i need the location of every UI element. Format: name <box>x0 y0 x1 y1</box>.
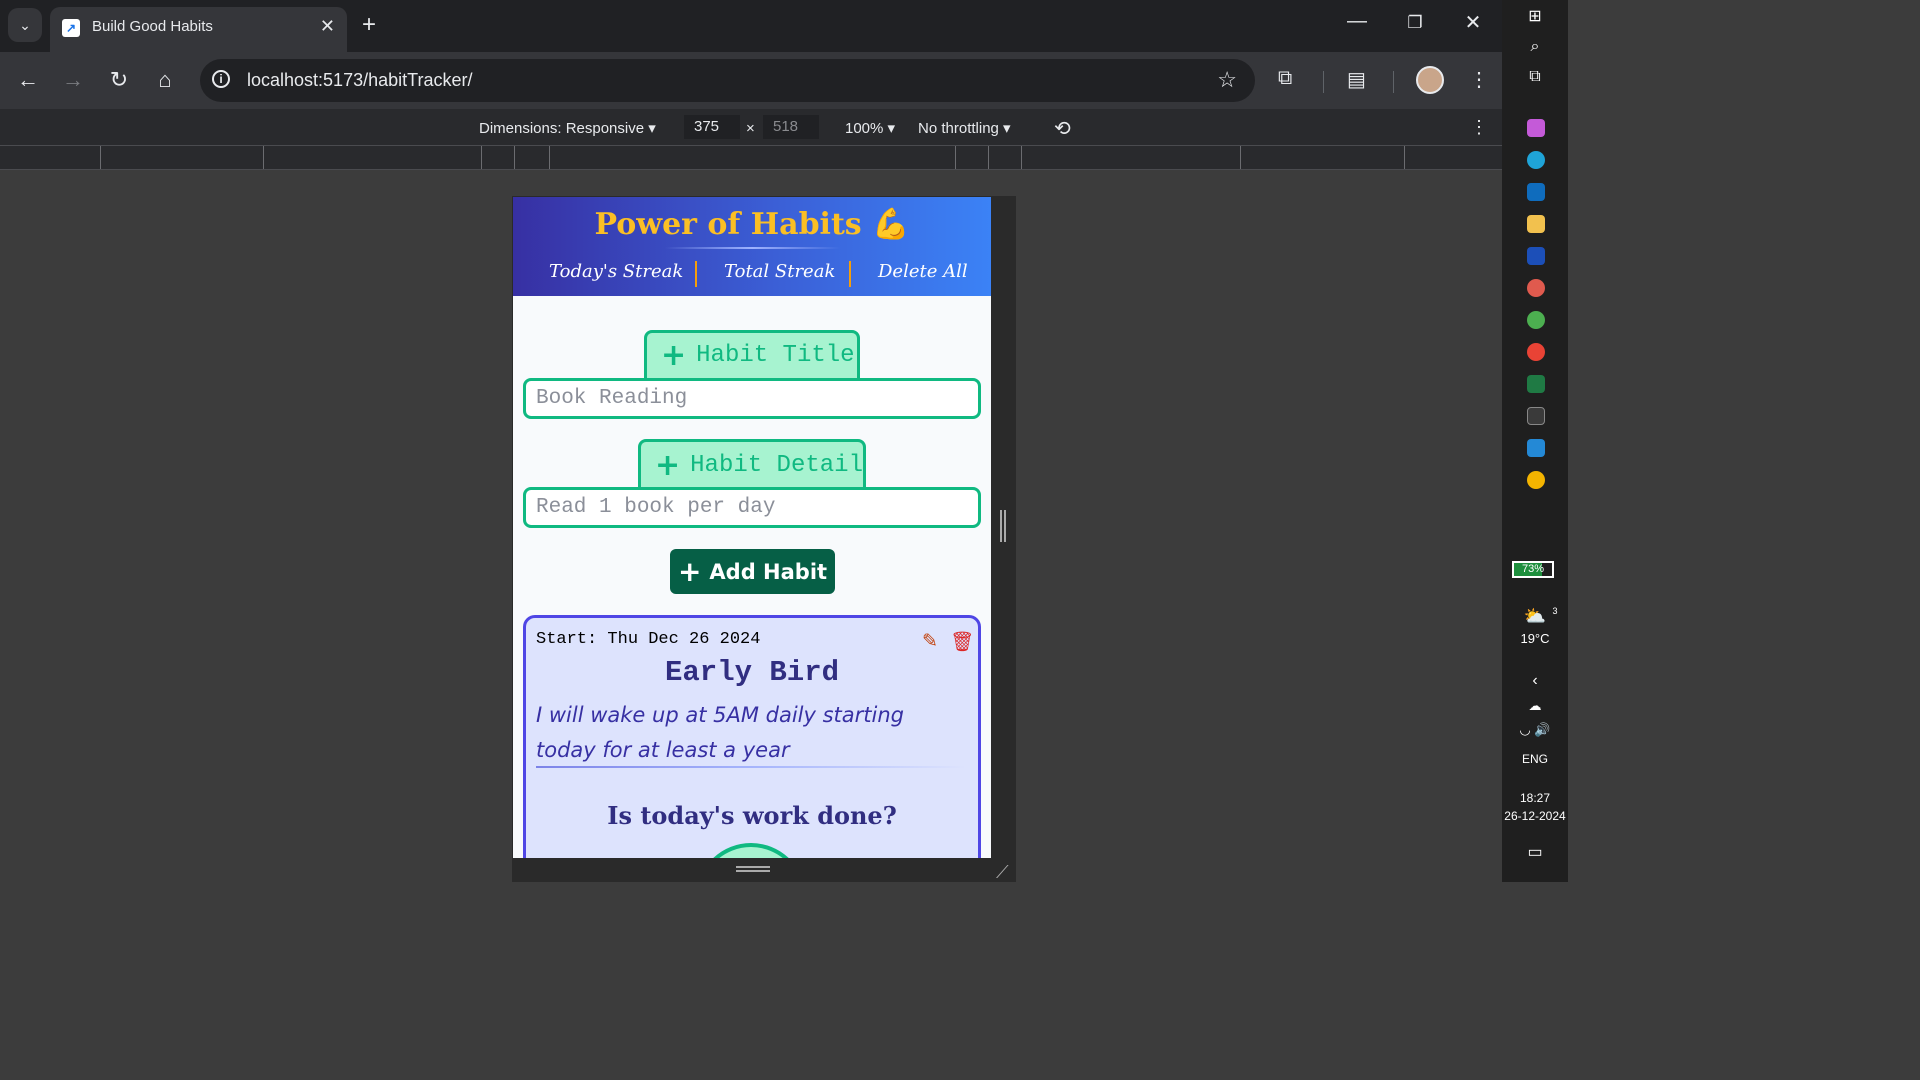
zoom-dropdown[interactable]: 100% ▾ <box>845 119 895 137</box>
app-cloud-icon[interactable] <box>1527 279 1545 297</box>
windows-taskbar: ⊞ ⌕ ⧉ 73% ⛅ 3 19°C ‹ ☁ ◡ 🔊 ENG 18:27 26-… <box>1502 0 1568 882</box>
file-explorer-icon[interactable] <box>1527 215 1545 233</box>
search-icon[interactable]: ⌕ <box>1502 38 1568 56</box>
height-input[interactable]: 518 <box>763 115 819 139</box>
chrome-dev-icon[interactable] <box>1527 343 1545 361</box>
profile-avatar[interactable] <box>1416 66 1444 94</box>
throttling-dropdown[interactable]: No throttling ▾ <box>918 119 1011 137</box>
language-indicator[interactable]: ENG <box>1502 752 1568 766</box>
edit-icon[interactable]: ✎ <box>922 630 938 653</box>
battery-indicator[interactable]: 73% <box>1512 561 1554 578</box>
chrome-icon[interactable] <box>1527 311 1545 329</box>
nav-total-streak[interactable]: Total Streak <box>724 261 835 282</box>
vscode-icon[interactable] <box>1527 439 1545 457</box>
menu-kebab-icon[interactable]: ⋮ <box>1469 67 1489 92</box>
browser-tab-active[interactable]: ↗ Build Good Habits ✕ <box>50 7 347 52</box>
clock-date[interactable]: 26-12-2024 <box>1502 809 1568 823</box>
edge-icon[interactable] <box>1527 151 1545 169</box>
plus-icon: + <box>655 447 681 483</box>
app-title: Power of Habits 💪 <box>594 207 910 242</box>
close-window-button[interactable]: ✕ <box>1453 10 1493 35</box>
plus-icon: + <box>661 338 687 373</box>
network-volume-icon[interactable]: ◡ 🔊 <box>1502 722 1568 738</box>
title-underline <box>665 247 840 249</box>
excel-icon[interactable] <box>1527 375 1545 393</box>
times-sign: × <box>746 120 755 137</box>
viewport-resize-corner[interactable]: ⟋ <box>996 862 1009 883</box>
url-text: localhost:5173/habitTracker/ <box>247 70 473 90</box>
site-info-icon[interactable]: i <box>212 70 230 88</box>
habit-detail: I will wake up at 5AM daily starting tod… <box>536 703 904 762</box>
habit-card: Start: Thu Dec 26 2024 ✎ 🗑 Early Bird I … <box>523 615 981 858</box>
tab-search-button[interactable]: ⌄ <box>8 8 42 42</box>
forward-button[interactable]: → <box>58 66 88 94</box>
habit-start-date: Start: Thu Dec 26 2024 <box>536 630 761 649</box>
toolbar-divider <box>1393 71 1394 93</box>
habit-detail-input[interactable]: Read 1 book per day <box>523 487 981 528</box>
home-button[interactable]: ⌂ <box>150 66 180 94</box>
minimize-button[interactable]: — <box>1337 10 1377 33</box>
windows-start-icon[interactable]: ⊞ <box>1502 6 1568 26</box>
plus-icon: + <box>677 555 702 588</box>
viewport-resize-handle-bottom[interactable] <box>736 866 770 872</box>
reading-list-icon[interactable]: ▤ <box>1347 67 1366 92</box>
back-button[interactable]: ← <box>13 66 43 94</box>
habit-detail-label: + Habit Detail <box>638 439 866 488</box>
device-toolbar: Dimensions: Responsive ▾ 375 × 518 100% … <box>0 109 1502 146</box>
add-habit-button[interactable]: + Add Habit <box>670 549 835 594</box>
bookmark-star-icon[interactable]: ☆ <box>1217 67 1237 93</box>
habit-title-input[interactable]: Book Reading <box>523 378 981 419</box>
app-viewport: Power of Habits 💪 Today's Streak Total S… <box>513 197 991 858</box>
detail-underline <box>536 766 966 768</box>
habit-name: Early Bird <box>664 656 840 689</box>
copilot-icon[interactable] <box>1527 119 1545 137</box>
notification-icon[interactable]: ▭ <box>1502 842 1568 862</box>
nav-todays-streak[interactable]: Today's Streak <box>549 261 683 282</box>
rotate-icon[interactable]: ⟲ <box>1054 116 1071 141</box>
tab-title: Build Good Habits <box>92 18 213 35</box>
chrome-canary-icon[interactable] <box>1527 471 1545 489</box>
habit-title-label: + Habit Title <box>644 330 860 378</box>
media-query-ruler[interactable] <box>0 146 1502 170</box>
outlook-icon[interactable] <box>1527 183 1545 201</box>
nav-delete-all[interactable]: Delete All <box>878 261 968 282</box>
browser-tab-bar: ⌄ ↗ Build Good Habits ✕ + — ❐ ✕ <box>0 0 1502 52</box>
browser-toolbar: ← → ↻ ⌂ i localhost:5173/habitTracker/ ☆… <box>0 52 1502 109</box>
nav-divider <box>849 261 851 287</box>
new-tab-button[interactable]: + <box>362 11 376 39</box>
address-bar[interactable]: i localhost:5173/habitTracker/ ☆ <box>200 59 1255 102</box>
done-toggle-button[interactable] <box>696 843 806 858</box>
temperature: 19°C <box>1520 631 1550 646</box>
close-tab-icon[interactable]: ✕ <box>320 16 335 37</box>
width-input[interactable]: 375 <box>684 115 740 139</box>
clock-time[interactable]: 18:27 <box>1502 791 1568 805</box>
weather-badge: 3 <box>1552 606 1558 616</box>
dimensions-dropdown[interactable]: Dimensions: Responsive ▾ <box>479 119 656 137</box>
trash-icon[interactable]: 🗑 <box>950 630 974 654</box>
chevron-left-icon[interactable]: ‹ <box>1502 672 1568 690</box>
app-header: Power of Habits 💪 Today's Streak Total S… <box>513 197 991 296</box>
viewport-resize-handle-right[interactable] <box>1000 510 1006 542</box>
onedrive-icon[interactable]: ☁ <box>1502 698 1568 714</box>
reload-button[interactable]: ↻ <box>104 66 134 94</box>
restore-button[interactable]: ❐ <box>1395 13 1435 33</box>
task-view-icon[interactable]: ⧉ <box>1502 68 1568 86</box>
favicon-icon: ↗ <box>62 19 80 37</box>
work-done-question: Is today's work done? <box>607 801 897 830</box>
nav-divider <box>695 261 697 287</box>
device-more-icon[interactable]: ⋮ <box>1470 117 1488 138</box>
toolbar-divider <box>1323 71 1324 93</box>
chevron-down-icon: ⌄ <box>19 16 31 33</box>
extensions-icon[interactable]: ⧉ <box>1278 67 1292 90</box>
terminal-icon[interactable] <box>1527 407 1545 425</box>
app-l-icon[interactable] <box>1527 247 1545 265</box>
